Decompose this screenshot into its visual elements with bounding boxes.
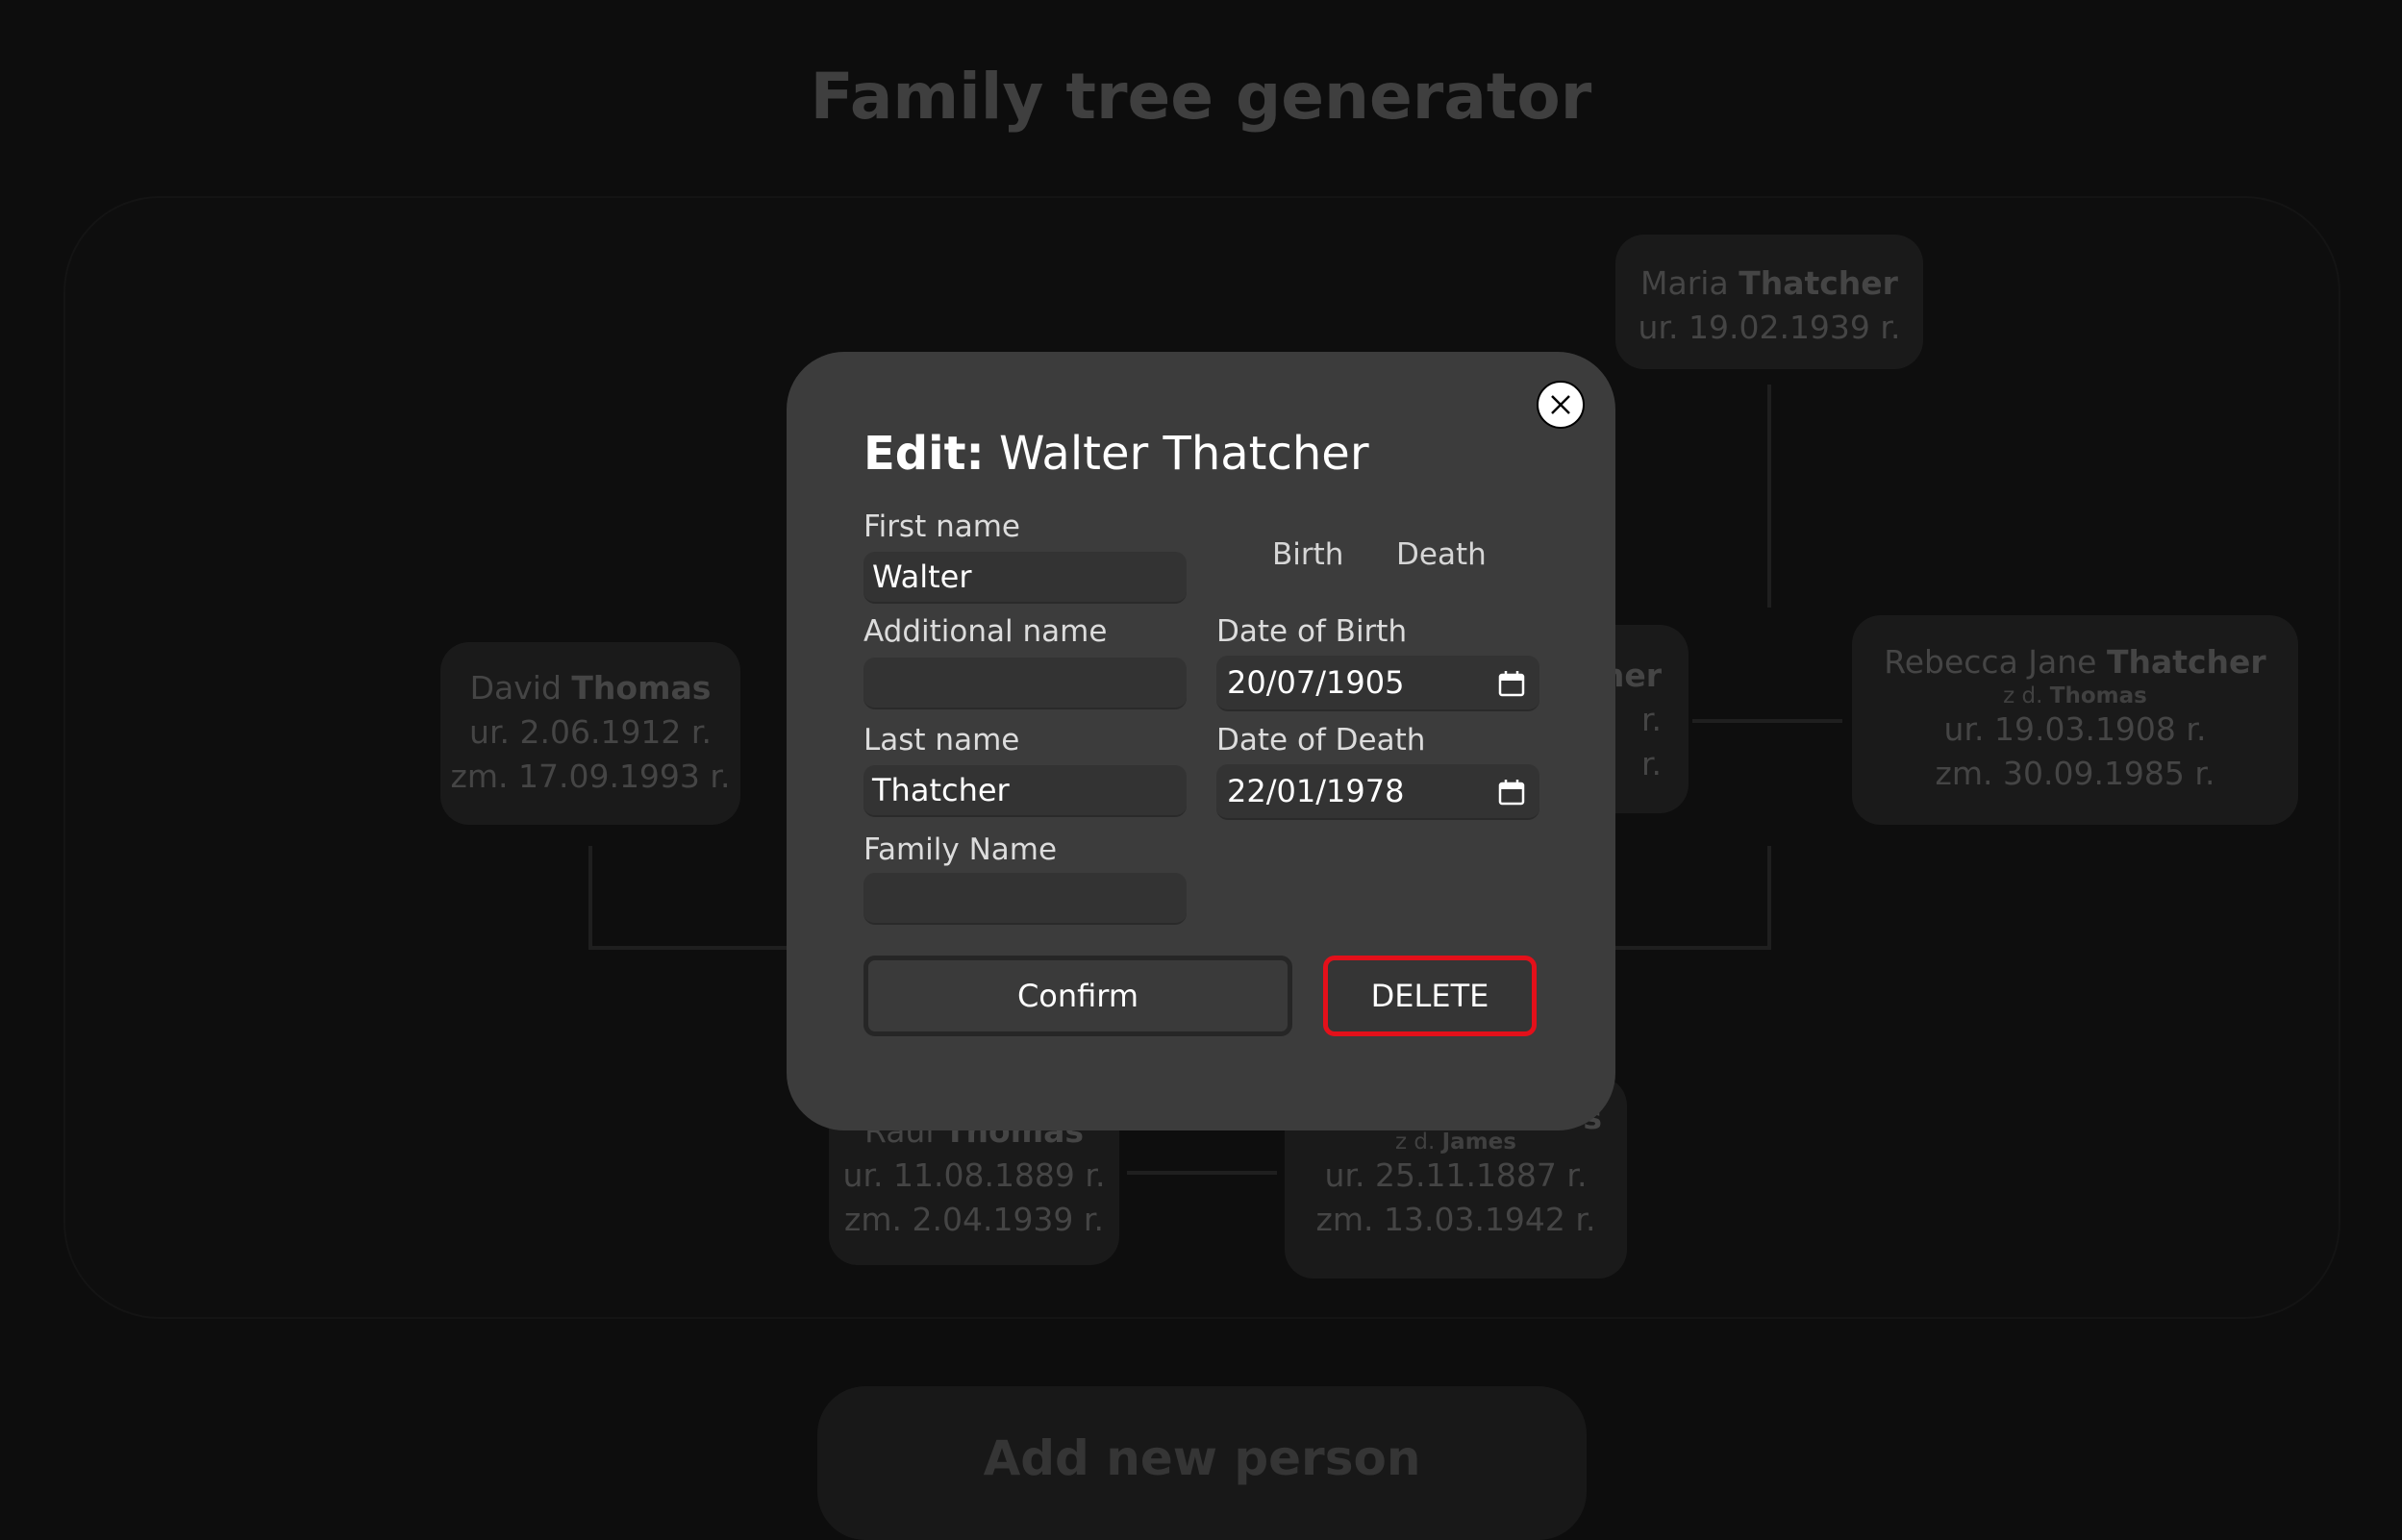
maiden-name: z d. Thomas	[2003, 683, 2147, 708]
last-name-label: Last name	[863, 723, 1020, 758]
delete-button[interactable]: DELETE	[1323, 956, 1537, 1036]
person-death: zm. 13.03.1942 r.	[1315, 1201, 1596, 1238]
confirm-button[interactable]: Confirm	[863, 956, 1292, 1036]
connector-line	[1767, 385, 1771, 608]
last-name-input[interactable]: Thatcher	[863, 765, 1187, 817]
person-birth: ur. 2.06.1912 r.	[469, 713, 712, 751]
person-birth: ur. 25.11.1887 r.	[1324, 1156, 1588, 1194]
person-name: Rebecca Jane Thatcher	[1884, 643, 2266, 681]
person-card[interactable]: Rebecca Jane Thatcher z d. Thomas ur. 19…	[1852, 615, 2298, 825]
additional-name-input[interactable]	[863, 658, 1187, 709]
person-death: zm. 2.04.1939 r.	[844, 1201, 1104, 1238]
connector-line	[588, 846, 592, 948]
add-person-button[interactable]: Add new person	[817, 1386, 1587, 1540]
person-birth: ur. 19.02.1939 r.	[1638, 309, 1901, 346]
maiden-name: z d. James	[1395, 1130, 1516, 1155]
first-name-label: First name	[863, 509, 1021, 544]
page-title: Family tree generator	[810, 60, 1592, 134]
connector-line	[1127, 1171, 1277, 1175]
person-name: David Thomas	[469, 669, 712, 707]
family-name-label: Family Name	[863, 832, 1058, 867]
person-birth: ur. 19.03.1908 r.	[1943, 710, 2207, 748]
connector-line	[1692, 719, 1842, 723]
family-name-input[interactable]	[863, 873, 1187, 925]
person-card[interactable]: Maria Thatcher ur. 19.02.1939 r.	[1615, 235, 1923, 369]
close-icon	[1551, 395, 1570, 414]
first-name-input[interactable]: Walter	[863, 552, 1187, 604]
tab-death[interactable]: Death	[1396, 537, 1487, 572]
connector-line	[1767, 846, 1771, 948]
person-birth: ur. 11.08.1889 r.	[842, 1156, 1106, 1194]
calendar-icon[interactable]	[1497, 778, 1526, 807]
person-name: Maria Thatcher	[1640, 264, 1898, 302]
date-of-death-value: 22/01/1978	[1227, 773, 1405, 809]
date-of-birth-input[interactable]: 20/07/1905	[1216, 656, 1539, 711]
date-of-birth-value: 20/07/1905	[1227, 664, 1405, 701]
person-death: zm. 17.09.1993 r.	[450, 758, 731, 795]
close-button[interactable]	[1537, 381, 1585, 429]
calendar-icon[interactable]	[1497, 669, 1526, 698]
modal-title: Edit: Walter Thatcher	[863, 427, 1369, 481]
tab-birth[interactable]: Birth	[1272, 537, 1343, 572]
edit-person-modal: Edit: Walter Thatcher First name Walter …	[787, 352, 1615, 1130]
date-of-birth-label: Date of Birth	[1216, 614, 1408, 649]
person-death: zm. 30.09.1985 r.	[1935, 755, 2215, 792]
additional-name-label: Additional name	[863, 614, 1108, 649]
person-card[interactable]: David Thomas ur. 2.06.1912 r. zm. 17.09.…	[440, 642, 740, 825]
date-of-death-input[interactable]: 22/01/1978	[1216, 764, 1539, 820]
date-of-death-label: Date of Death	[1216, 723, 1426, 758]
